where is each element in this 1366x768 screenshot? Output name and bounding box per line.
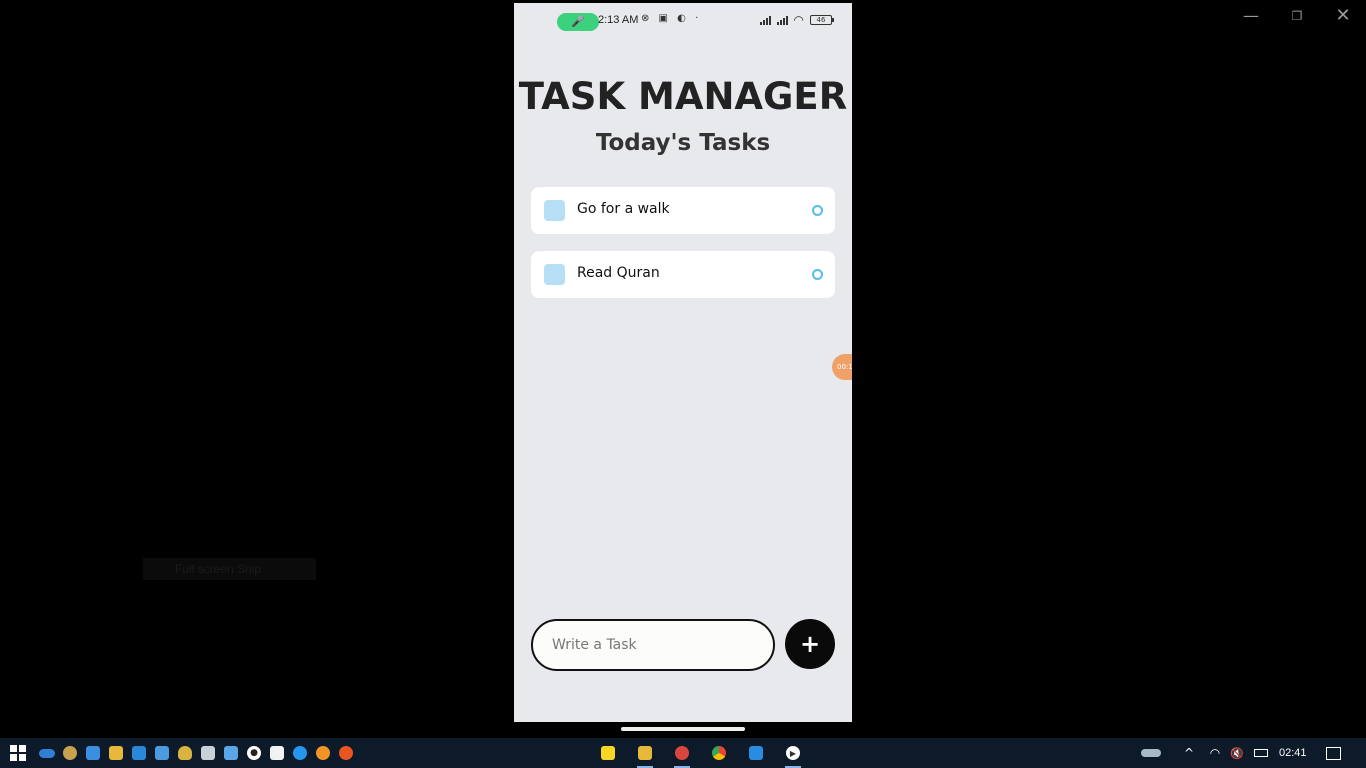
onedrive-icon[interactable] [37, 738, 57, 768]
wifi-icon[interactable]: ◠ [1206, 738, 1224, 768]
task-item[interactable]: Go for a walk [531, 187, 835, 234]
document-icon[interactable] [267, 738, 287, 768]
recycle-bin-icon[interactable] [198, 738, 218, 768]
windows-start-icon[interactable] [6, 738, 30, 768]
wifi-icon: ◠ [793, 13, 804, 27]
speaker-muted-icon[interactable]: 🔇 [1228, 738, 1246, 768]
monitor-icon[interactable] [83, 738, 103, 768]
task-label: Read Quran [577, 265, 660, 281]
app-title: TASK MANAGER [518, 75, 848, 118]
task-checkbox[interactable] [544, 264, 565, 285]
file-explorer-icon[interactable] [106, 738, 126, 768]
minimize-button[interactable]: — [1228, 4, 1274, 28]
battery-icon: 46 [810, 15, 834, 25]
battery-icon[interactable] [1252, 738, 1270, 768]
task-input[interactable] [531, 619, 775, 671]
snip-label: Full screen Snip [143, 558, 316, 580]
task-item[interactable]: Read Quran [531, 251, 835, 298]
status-bar: 🎤 2:13 AM ⊗ ▣ ◐ · ◠ 46 [514, 3, 852, 41]
taskbar: ● ▶ ^ ◠ 🔇 02:41 [0, 738, 1366, 768]
notification-center-icon[interactable] [1322, 738, 1344, 768]
phone-screen: 🎤 2:13 AM ⊗ ▣ ◐ · ◠ 46 TASK MANAGER Toda… [514, 3, 852, 722]
task-checkbox[interactable] [544, 200, 565, 221]
anydesk-icon[interactable] [670, 738, 694, 768]
media-player-icon[interactable]: ▶ [781, 738, 805, 768]
linux-icon[interactable] [175, 738, 195, 768]
app-icon[interactable]: ● [244, 738, 264, 768]
network-icon[interactable] [129, 738, 149, 768]
task-label: Go for a walk [577, 201, 670, 217]
add-task-button[interactable]: + [785, 619, 835, 669]
signal-icon [776, 15, 788, 25]
chrome-icon[interactable] [707, 738, 731, 768]
status-notification-icons: ⊗ ▣ ◐ · [641, 13, 702, 24]
user-icon[interactable] [60, 738, 80, 768]
task-radio-icon[interactable] [812, 269, 823, 280]
sticky-notes-icon[interactable] [597, 738, 619, 768]
weather-icon[interactable] [1139, 738, 1163, 768]
firefox-icon[interactable] [313, 738, 333, 768]
vscode-icon[interactable] [744, 738, 768, 768]
section-subtitle: Today's Tasks [595, 130, 771, 156]
microphone-icon: 🎤 [557, 13, 599, 31]
control-panel-icon[interactable] [152, 738, 172, 768]
docker-icon[interactable] [290, 738, 310, 768]
floating-timer-badge[interactable]: 00:1 [832, 354, 852, 380]
window-icon[interactable] [221, 738, 241, 768]
close-button[interactable]: ✕ [1320, 4, 1366, 28]
restore-button[interactable]: ❐ [1274, 4, 1320, 28]
ubuntu-icon[interactable] [336, 738, 356, 768]
desktop: — ❐ ✕ Full screen Snip 🎤 2:13 AM ⊗ ▣ ◐ ·… [0, 0, 1366, 738]
file-explorer-icon[interactable] [633, 738, 657, 768]
signal-icon [759, 15, 771, 25]
status-right-icons: ◠ 46 [759, 13, 834, 27]
home-indicator[interactable] [621, 727, 745, 731]
chevron-up-icon[interactable]: ^ [1180, 738, 1198, 768]
task-radio-icon[interactable] [812, 205, 823, 216]
status-time: 2:13 AM [598, 14, 639, 26]
taskbar-clock[interactable]: 02:41 [1279, 738, 1307, 768]
